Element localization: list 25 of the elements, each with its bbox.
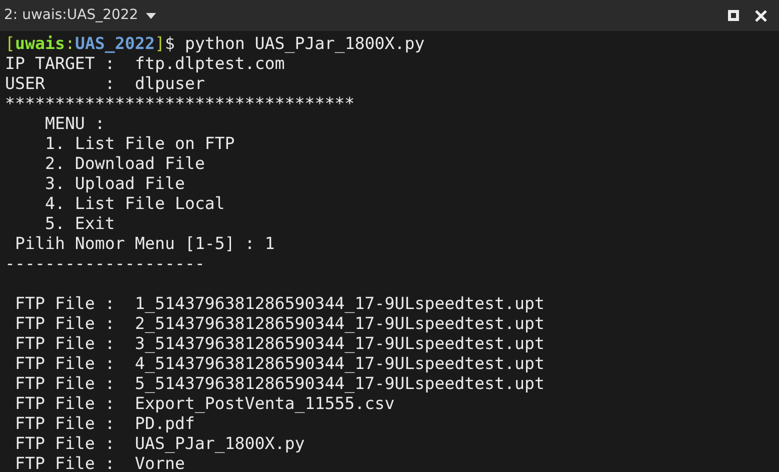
terminal-line: Pilih Nomor Menu [1-5] : 1 <box>14 234 275 253</box>
terminal-line: IP TARGET : ftp.dlptest.com <box>5 54 285 73</box>
terminal-line: FTP File : 5_5143796381286590344_17-9ULspeedtest.upt <box>14 374 544 393</box>
terminal-line: FTP File : 4_5143796381286590344_17-9ULspeedtest.upt <box>14 354 544 373</box>
terminal-line: FTP File : Vorne <box>14 454 185 472</box>
terminal-line: FTP File : 3_5143796381286590344_17-9ULspeedtest.upt <box>14 334 544 353</box>
terminal-line: FTP File : 1_5143796381286590344_17-9ULspeedtest.upt <box>14 294 544 313</box>
terminal-line: 2. Download File <box>44 154 205 173</box>
terminal-line: FTP File : PD.pdf <box>14 414 195 433</box>
terminal-line: FTP File : 2_5143796381286590344_17-9ULspeedtest.upt <box>14 314 544 333</box>
terminal-line: 5. Exit <box>44 214 115 233</box>
terminal-line: 4. List File Local <box>44 194 225 213</box>
window-title: 2: uwais:UAS_2022 <box>4 6 138 25</box>
terminal-line: -------------------- <box>5 254 205 273</box>
terminal-line: *********************************** <box>5 94 355 113</box>
caret-icon[interactable] <box>146 12 156 18</box>
terminal-line: FTP File : Export_PostVenta_11555.csv <box>14 394 395 413</box>
terminal-line: USER : dlpuser <box>5 74 205 93</box>
terminal-line: 3. Upload File <box>44 174 185 193</box>
shell-prompt: [uwais:UAS_2022]$ python UAS_PJar_1800X.py <box>5 34 425 53</box>
close-button[interactable] <box>755 10 767 22</box>
terminal-line: FTP File : UAS_PJar_1800X.py <box>14 434 305 453</box>
terminal-line: MENU : <box>44 114 105 133</box>
terminal-line: 1. List File on FTP <box>44 134 235 153</box>
maximize-button[interactable] <box>728 10 739 21</box>
